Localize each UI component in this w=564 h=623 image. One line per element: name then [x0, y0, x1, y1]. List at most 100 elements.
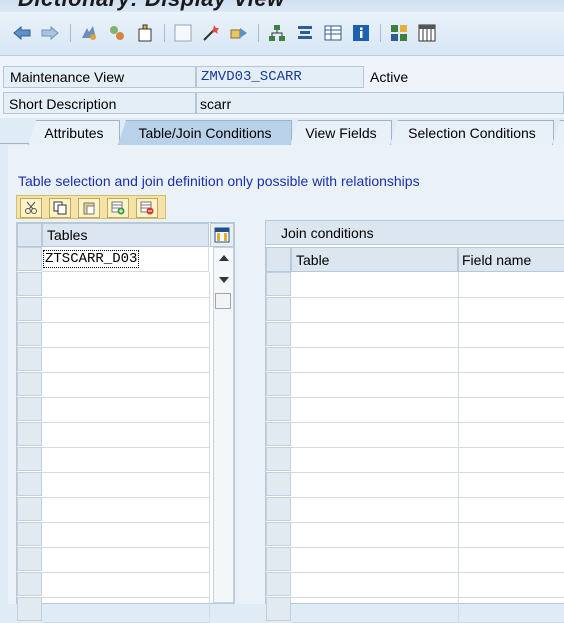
join-table-cell[interactable]: [291, 447, 459, 473]
table-row[interactable]: [42, 447, 210, 473]
table-icon[interactable]: [323, 23, 343, 43]
join-column-field-name[interactable]: Field name: [458, 247, 564, 272]
join-table-cell[interactable]: [291, 472, 459, 498]
table-row[interactable]: [42, 472, 210, 498]
table-row[interactable]: [42, 372, 210, 398]
join-table-cell[interactable]: [291, 547, 459, 573]
table-row[interactable]: [42, 297, 210, 323]
hierarchy-icon[interactable]: [267, 23, 287, 43]
row-selector[interactable]: [266, 422, 291, 446]
tab-selection-conditions[interactable]: Selection Conditions: [390, 120, 554, 145]
align-icon[interactable]: [295, 23, 315, 43]
join-field-cell[interactable]: [458, 322, 564, 348]
row-selector[interactable]: [266, 522, 291, 546]
layout-settings-icon[interactable]: [210, 223, 234, 247]
join-table-cell[interactable]: [291, 372, 459, 398]
row-selector[interactable]: [17, 522, 42, 546]
scroll-thumb[interactable]: [215, 293, 231, 309]
join-field-cell[interactable]: [458, 547, 564, 573]
join-field-cell[interactable]: [458, 447, 564, 473]
where-used-icon[interactable]: [201, 23, 221, 43]
join-field-cell[interactable]: [458, 347, 564, 373]
row-selector[interactable]: [266, 547, 291, 571]
join-table-cell[interactable]: [291, 497, 459, 523]
join-field-cell[interactable]: [458, 422, 564, 448]
join-field-cell[interactable]: [458, 497, 564, 523]
row-selector[interactable]: [17, 272, 42, 296]
join-field-cell[interactable]: [458, 597, 564, 623]
join-table-cell[interactable]: [291, 422, 459, 448]
table-row[interactable]: [42, 572, 210, 598]
join-table-cell[interactable]: [291, 522, 459, 548]
paste-icon[interactable]: [78, 198, 100, 218]
table-row[interactable]: [42, 522, 210, 548]
forward-arrow-icon[interactable]: [40, 23, 60, 43]
join-field-cell[interactable]: [458, 522, 564, 548]
join-field-cell[interactable]: [458, 272, 564, 298]
short-desc-field[interactable]: scarr: [196, 92, 564, 114]
tables-column-header[interactable]: Tables: [42, 223, 209, 247]
table-row[interactable]: [42, 497, 210, 523]
table-row[interactable]: [42, 322, 210, 348]
row-selector[interactable]: [266, 347, 291, 371]
row-selector[interactable]: [17, 297, 42, 321]
row-selector[interactable]: [266, 372, 291, 396]
row-selector[interactable]: [266, 272, 291, 296]
join-field-cell[interactable]: [458, 372, 564, 398]
tables-scrollbar[interactable]: [213, 247, 234, 603]
maintenance-view-field[interactable]: ZMVD03_SCARR: [196, 66, 364, 88]
row-selector[interactable]: [17, 247, 42, 271]
join-table-cell[interactable]: [291, 297, 459, 323]
row-selector[interactable]: [17, 322, 42, 346]
row-selector[interactable]: [17, 572, 42, 596]
tab-view-fields[interactable]: View Fields: [290, 120, 392, 145]
join-table-cell[interactable]: [291, 397, 459, 423]
info-icon[interactable]: [351, 23, 371, 43]
display-change-icon[interactable]: [107, 23, 127, 43]
row-selector[interactable]: [17, 472, 42, 496]
row-selector[interactable]: [266, 397, 291, 421]
join-table-cell[interactable]: [291, 322, 459, 348]
tab-attributes[interactable]: Attributes: [28, 120, 120, 145]
join-table-cell[interactable]: [291, 347, 459, 373]
row-selector[interactable]: [266, 472, 291, 496]
row-selector[interactable]: [266, 572, 291, 596]
row-selector[interactable]: [17, 397, 42, 421]
delete-row-icon[interactable]: [136, 198, 158, 218]
blank-icon[interactable]: [173, 23, 193, 43]
table-row[interactable]: ZTSCARR_D03: [42, 247, 209, 272]
table-row[interactable]: [42, 397, 210, 423]
row-selector[interactable]: [17, 422, 42, 446]
row-selector[interactable]: [266, 447, 291, 471]
row-selector[interactable]: [17, 597, 42, 621]
row-selector[interactable]: [17, 372, 42, 396]
join-field-cell[interactable]: [458, 472, 564, 498]
join-table-cell[interactable]: [291, 572, 459, 598]
columns-icon[interactable]: [417, 23, 437, 43]
table-row[interactable]: [42, 547, 210, 573]
row-selector[interactable]: [17, 497, 42, 521]
row-selector[interactable]: [266, 597, 291, 621]
navigate-icon[interactable]: [229, 23, 249, 43]
insert-row-icon[interactable]: [107, 198, 129, 218]
table-row[interactable]: [42, 347, 210, 373]
scroll-up-icon[interactable]: [214, 248, 233, 268]
row-selector[interactable]: [17, 447, 42, 471]
table-row[interactable]: [42, 597, 210, 623]
join-table-cell[interactable]: [291, 597, 459, 623]
scroll-down-icon[interactable]: [214, 270, 233, 290]
row-selector[interactable]: [17, 547, 42, 571]
join-table-cell[interactable]: [291, 272, 459, 298]
join-field-cell[interactable]: [458, 572, 564, 598]
join-column-table[interactable]: Table: [291, 247, 458, 272]
activate-icon[interactable]: [135, 23, 155, 43]
table-row[interactable]: [42, 422, 210, 448]
join-field-cell[interactable]: [458, 297, 564, 323]
structure-icon[interactable]: [389, 23, 409, 43]
row-selector[interactable]: [17, 347, 42, 371]
table-name-cell[interactable]: ZTSCARR_D03: [43, 250, 140, 268]
table-row[interactable]: [42, 272, 210, 298]
copy-icon[interactable]: [49, 198, 71, 218]
join-field-cell[interactable]: [458, 397, 564, 423]
row-selector[interactable]: [266, 497, 291, 521]
